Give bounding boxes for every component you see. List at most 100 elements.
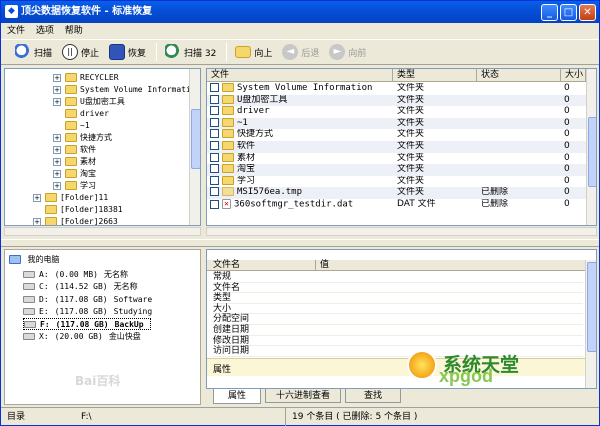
file-row[interactable]: 软件 文件夹 0: [207, 141, 586, 153]
file-name: System Volume Information: [237, 83, 373, 93]
tree-node[interactable]: + U盘加密工具: [53, 96, 125, 108]
tree-node[interactable]: + 软件: [53, 144, 96, 156]
scan32-button[interactable]: 扫描 32: [165, 41, 216, 63]
close-button[interactable]: ✕: [579, 4, 596, 21]
col-header-name[interactable]: 文件: [207, 69, 393, 82]
up-button[interactable]: 向上: [235, 41, 272, 63]
minimize-button[interactable]: _: [541, 4, 558, 21]
expand-icon[interactable]: [53, 122, 61, 130]
file-row[interactable]: ✕ 360softmgr_testdir.dat DAT 文件 已删除 0: [207, 199, 586, 211]
back-button[interactable]: ◄ 后退: [282, 41, 319, 63]
file-checkbox[interactable]: [210, 152, 219, 162]
horizontal-splitter[interactable]: [1, 239, 599, 247]
tab-properties[interactable]: 属性: [213, 389, 261, 404]
folder-icon: [222, 152, 234, 162]
drive-item[interactable]: D: (117.08 GB) Software: [23, 294, 158, 306]
tree-node[interactable]: [Folder]18381: [33, 204, 123, 216]
file-checkbox[interactable]: [210, 187, 219, 197]
file-row[interactable]: ~1 文件夹 0: [207, 117, 586, 130]
list-scrollbar[interactable]: [586, 69, 596, 225]
expand-icon[interactable]: +: [53, 133, 61, 142]
drive-item[interactable]: X: (20.00 GB) 金山快盘: [23, 331, 147, 343]
expand-icon[interactable]: +: [53, 97, 61, 106]
col-header-status[interactable]: 状态: [477, 69, 561, 82]
file-name: 360softmgr_testdir.dat: [234, 199, 354, 210]
file-checkbox[interactable]: [210, 117, 219, 127]
expand-icon[interactable]: +: [33, 193, 41, 202]
expand-icon[interactable]: [33, 206, 41, 214]
tree-scrollbar-thumb[interactable]: [191, 109, 200, 169]
tree-node[interactable]: ~1: [53, 120, 90, 132]
file-checkbox[interactable]: [210, 129, 219, 139]
file-row[interactable]: U盘加密工具 文件夹 0: [207, 94, 586, 107]
file-checkbox[interactable]: [210, 83, 219, 92]
drive-letter: E:: [39, 306, 49, 316]
folder-tree: + RECYCLER + System Volume Informati + U盘加密工具…: [4, 68, 201, 226]
file-row[interactable]: 学习 文件夹 0: [207, 175, 586, 188]
tree-node[interactable]: + RECYCLER: [53, 72, 119, 84]
expand-icon[interactable]: +: [53, 157, 61, 166]
properties-scrollbar-thumb[interactable]: [587, 262, 596, 352]
my-computer-node[interactable]: 我的电脑: [9, 254, 60, 266]
tree-node[interactable]: + [Folder]2663: [33, 216, 118, 225]
back-label: 后退: [301, 48, 320, 59]
menu-options[interactable]: 选项: [36, 26, 54, 36]
stop-button[interactable]: || 停止: [62, 41, 99, 63]
tree-scrollbar[interactable]: [189, 69, 200, 225]
expand-icon[interactable]: +: [53, 181, 61, 190]
tree-node[interactable]: driver: [53, 108, 109, 120]
folder-icon: [65, 73, 77, 82]
file-size: 0: [564, 187, 570, 198]
list-hscrollbar[interactable]: [206, 227, 597, 236]
file-checkbox[interactable]: [210, 141, 219, 150]
tree-node[interactable]: + 快捷方式: [53, 132, 112, 144]
file-checkbox[interactable]: [210, 175, 219, 185]
file-checkbox[interactable]: [210, 199, 219, 209]
drive-item[interactable]: A: (0.00 MB) 无名称: [23, 269, 134, 281]
menu-file[interactable]: 文件: [7, 26, 25, 36]
property-row: 访问日期: [213, 346, 583, 357]
deleted-file-icon: ✕: [222, 199, 231, 209]
col-header-type[interactable]: 类型: [393, 69, 477, 82]
col-header-size[interactable]: 大小: [561, 69, 586, 82]
file-row[interactable]: 快捷方式 文件夹 0: [207, 129, 586, 141]
tab-hex-view[interactable]: 十六进制查看: [265, 389, 341, 403]
file-checkbox[interactable]: [210, 94, 219, 104]
tree-hscrollbar[interactable]: [4, 227, 201, 236]
drive-name: 无名称: [104, 270, 128, 279]
drive-name: Software: [113, 294, 153, 304]
drive-item[interactable]: E: (117.08 GB) Studying: [23, 306, 158, 318]
file-row[interactable]: 素材 文件夹 0: [207, 152, 586, 165]
file-row[interactable]: driver 文件夹 0: [207, 106, 586, 118]
tree-node[interactable]: + [Folder]11: [33, 192, 108, 204]
file-size: 0: [564, 152, 570, 163]
properties-scrollbar[interactable]: [585, 260, 596, 388]
expand-icon[interactable]: +: [53, 73, 61, 82]
expand-icon[interactable]: +: [33, 217, 41, 225]
file-checkbox[interactable]: [210, 106, 219, 116]
tree-node-label: U盘加密工具: [80, 97, 125, 106]
expand-icon[interactable]: +: [53, 169, 61, 178]
tree-node[interactable]: + System Volume Informati: [53, 84, 191, 96]
list-scrollbar-thumb[interactable]: [588, 117, 596, 187]
maximize-button[interactable]: □: [560, 4, 577, 21]
folder-icon: [65, 169, 77, 178]
scan-button[interactable]: 扫描: [15, 41, 52, 63]
expand-icon[interactable]: +: [53, 85, 61, 94]
tree-node[interactable]: + 素材: [53, 156, 96, 168]
expand-icon[interactable]: [53, 110, 61, 118]
file-row[interactable]: System Volume Information 文件夹 0: [207, 83, 586, 95]
tab-find[interactable]: 查找: [345, 389, 401, 403]
tree-node[interactable]: + 学习: [53, 180, 96, 192]
drive-item[interactable]: C: (114.52 GB) 无名称: [23, 281, 144, 293]
file-row[interactable]: MSI576ea.tmp 文件夹 已删除 0: [207, 187, 586, 199]
file-checkbox[interactable]: [210, 164, 219, 174]
tree-node[interactable]: + 淘宝: [53, 168, 96, 180]
magnifier-icon: [15, 44, 31, 60]
recover-button[interactable]: 恢复: [109, 41, 146, 63]
file-row[interactable]: 淘宝 文件夹 0: [207, 164, 586, 176]
forward-button[interactable]: ► 向前: [329, 41, 366, 63]
expand-icon[interactable]: +: [53, 145, 61, 154]
drive-item[interactable]: F: (117.08 GB) BackUp: [23, 318, 151, 331]
menu-help[interactable]: 帮助: [65, 26, 83, 36]
